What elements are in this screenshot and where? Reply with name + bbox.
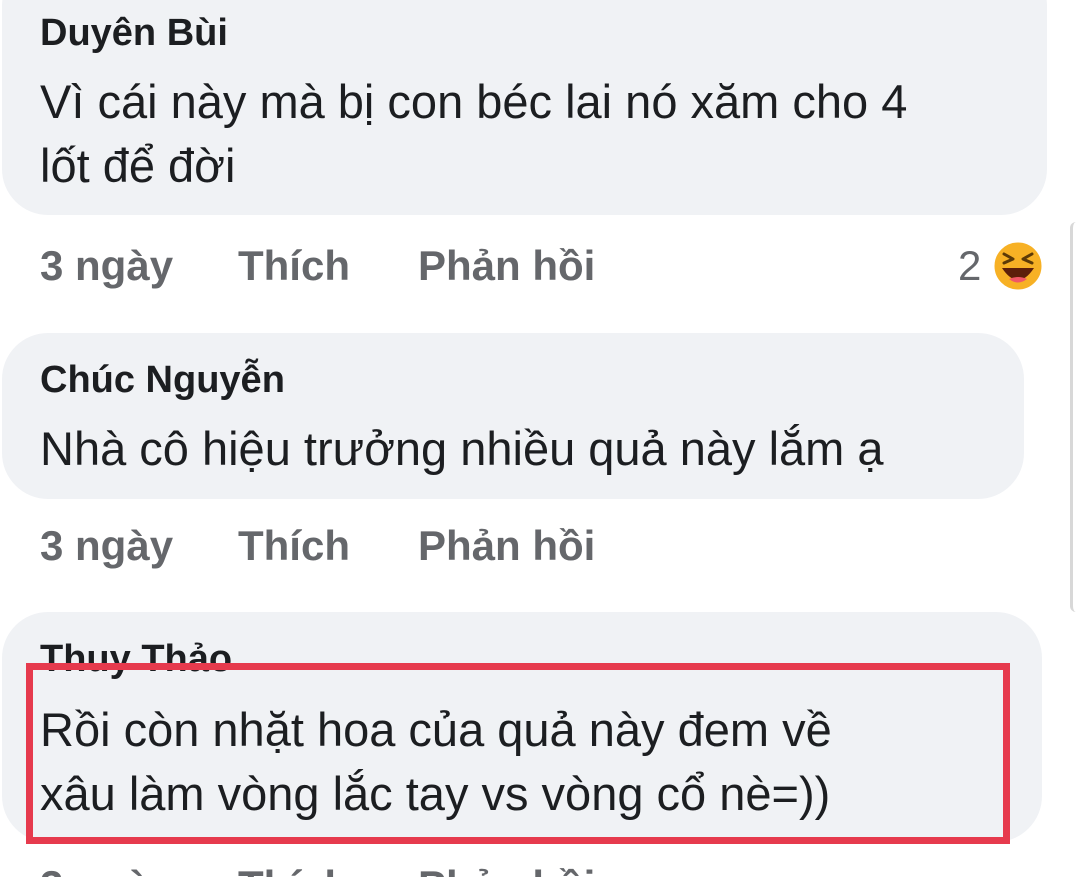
like-button[interactable]: Thích bbox=[238, 242, 350, 290]
reaction-count: 2 bbox=[958, 242, 982, 289]
reply-button[interactable]: Phản hồi bbox=[418, 862, 595, 877]
scrollbar[interactable] bbox=[1070, 222, 1080, 612]
haha-emoji-icon bbox=[991, 239, 1045, 293]
like-button[interactable]: Thích bbox=[238, 862, 350, 877]
comment-timestamp[interactable]: 3 ngày bbox=[40, 522, 173, 570]
comment-timestamp[interactable]: 3 ngày bbox=[40, 242, 173, 290]
reply-button[interactable]: Phản hồi bbox=[418, 522, 595, 570]
comment-thread: Duyên Bùi Vì cái này mà bị con béc lai n… bbox=[0, 0, 1080, 877]
comment-author[interactable]: Chúc Nguyễn bbox=[40, 359, 285, 402]
reply-button[interactable]: Phản hồi bbox=[418, 242, 595, 290]
comment-bubble: Chúc Nguyễn Nhà cô hiệu trưởng nhiều quả… bbox=[2, 333, 1024, 499]
comment-text-line: Nhà cô hiệu trưởng nhiều quả này lắm ạ bbox=[40, 422, 884, 475]
comment-timestamp[interactable]: 3 ngày bbox=[40, 862, 173, 877]
comment-text-line: Vì cái này mà bị con béc lai nó xăm cho … bbox=[40, 75, 908, 128]
like-button[interactable]: Thích bbox=[238, 522, 350, 570]
comment-text-line: lốt để đời bbox=[40, 139, 236, 192]
comment-author[interactable]: Duyên Bùi bbox=[40, 12, 228, 55]
comment-bubble: Duyên Bùi Vì cái này mà bị con béc lai n… bbox=[2, 0, 1047, 215]
highlight-box bbox=[26, 663, 1010, 844]
